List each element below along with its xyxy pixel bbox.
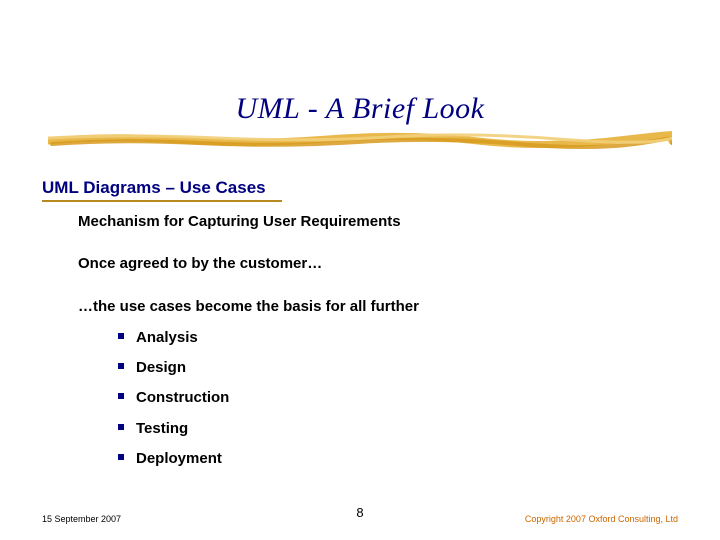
list-item: Testing xyxy=(118,414,638,444)
footer-copyright: Copyright 2007 Oxford Consulting, Ltd xyxy=(525,514,678,524)
section-heading: UML Diagrams – Use Cases xyxy=(42,178,266,198)
bullet-list: Analysis Design Construction Testing Dep… xyxy=(118,323,638,474)
divider-brush-stroke xyxy=(48,130,672,150)
paragraph: …the use cases become the basis for all … xyxy=(78,297,638,317)
slide-title: UML - A Brief Look xyxy=(0,92,720,126)
slide-body: Mechanism for Capturing User Requirement… xyxy=(78,212,638,474)
section-underline xyxy=(42,200,282,202)
list-item: Analysis xyxy=(118,323,638,353)
paragraph: Mechanism for Capturing User Requirement… xyxy=(78,212,638,232)
list-item: Deployment xyxy=(118,444,638,474)
slide: UML - A Brief Look UML Diagrams – Use Ca… xyxy=(0,0,720,540)
list-item: Design xyxy=(118,353,638,383)
paragraph: Once agreed to by the customer… xyxy=(78,254,638,274)
list-item: Construction xyxy=(118,383,638,413)
